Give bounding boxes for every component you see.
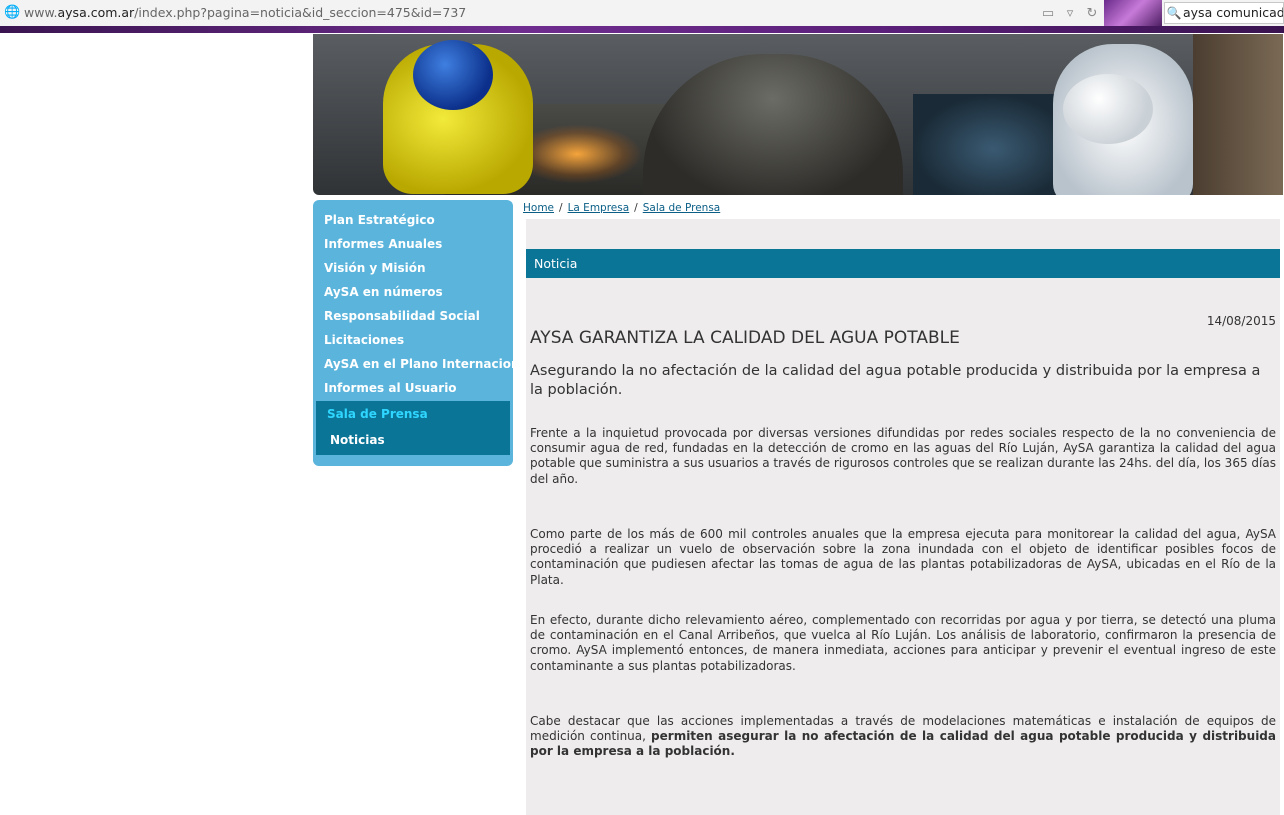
- sidebar-subitem-noticias[interactable]: Noticias: [316, 427, 510, 453]
- sidebar-item-informes-anuales[interactable]: Informes Anuales: [313, 232, 513, 256]
- article-paragraph-3: En efecto, durante dicho relevamiento aé…: [530, 613, 1276, 673]
- breadcrumb-home[interactable]: Home: [523, 202, 554, 214]
- banner-sparks: [533, 124, 643, 184]
- article-subtitle: Asegurando la no afectación de la calida…: [530, 363, 1261, 398]
- breadcrumb-sala-de-prensa[interactable]: Sala de Prensa: [643, 202, 721, 214]
- globe-icon: 🌐: [4, 5, 21, 20]
- search-icon: 🔍: [1166, 6, 1182, 20]
- sidebar-item-sala-de-prensa[interactable]: Sala de Prensa: [316, 401, 510, 427]
- breadcrumb-la-empresa[interactable]: La Empresa: [568, 202, 630, 214]
- browser-toolbar: 🌐 www.aysa.com.ar/index.php?pagina=notic…: [0, 0, 1284, 27]
- sidebar-item-responsabilidad-social[interactable]: Responsabilidad Social: [313, 304, 513, 328]
- banner-wall-shape: [1193, 34, 1283, 195]
- sidebar-item-informes-usuario[interactable]: Informes al Usuario: [313, 376, 513, 400]
- url-prefix: www.: [24, 5, 58, 20]
- reload-icon[interactable]: ↻: [1084, 6, 1100, 21]
- header-banner-image: [313, 34, 1283, 195]
- article-paragraph-2: Como parte de los más de 600 mil control…: [530, 527, 1276, 587]
- article-paragraph-1: Frente a la inquietud provocada por dive…: [530, 426, 1276, 486]
- banner-blue-helmet: [413, 40, 493, 110]
- banner-water-shape: [913, 94, 1073, 195]
- url-host: aysa.com.ar: [57, 5, 135, 20]
- article-title: AYSA GARANTIZA LA CALIDAD DEL AGUA POTAB…: [530, 328, 960, 348]
- banner-white-helmet: [1063, 74, 1153, 144]
- sidebar-nav: Plan Estratégico Informes Anuales Visión…: [313, 200, 532, 466]
- address-bar-actions: ▭ ▿ ↻: [1040, 3, 1102, 23]
- sidebar-item-licitaciones[interactable]: Licitaciones: [313, 328, 513, 352]
- breadcrumb-separator: /: [559, 202, 563, 214]
- banner-pipe-shape: [643, 54, 903, 195]
- sidebar-item-plano-internacional[interactable]: AySA en el Plano Internacional: [313, 352, 532, 376]
- article-paragraph-4: Cabe destacar que las acciones implement…: [530, 714, 1276, 760]
- article-date: 14/08/2015: [1206, 314, 1276, 328]
- article-panel: Noticia 14/08/2015 AYSA GARANTIZA LA CAL…: [526, 219, 1280, 815]
- sidebar-active-group: Sala de Prensa Noticias: [316, 401, 510, 455]
- address-bar[interactable]: www.aysa.com.ar/index.php?pagina=noticia…: [24, 4, 466, 22]
- breadcrumb-separator: /: [634, 202, 638, 214]
- sidebar-item-vision-mision[interactable]: Visión y Misión: [313, 256, 513, 280]
- search-input[interactable]: 🔍 aysa comunicado: [1164, 2, 1284, 24]
- url-path: /index.php?pagina=noticia&id_seccion=475…: [134, 5, 467, 20]
- section-header-bar: Noticia: [526, 249, 1280, 278]
- breadcrumb: Home / La Empresa / Sala de Prensa: [523, 202, 720, 216]
- theme-stripe: [0, 26, 1284, 33]
- reader-view-icon[interactable]: ▭: [1040, 6, 1056, 21]
- dropdown-arrow-icon[interactable]: ▿: [1062, 6, 1078, 21]
- sidebar-item-aysa-numeros[interactable]: AySA en números: [313, 280, 513, 304]
- search-value: aysa comunicado: [1183, 5, 1284, 20]
- sidebar-item-plan-estrategico[interactable]: Plan Estratégico: [313, 208, 513, 232]
